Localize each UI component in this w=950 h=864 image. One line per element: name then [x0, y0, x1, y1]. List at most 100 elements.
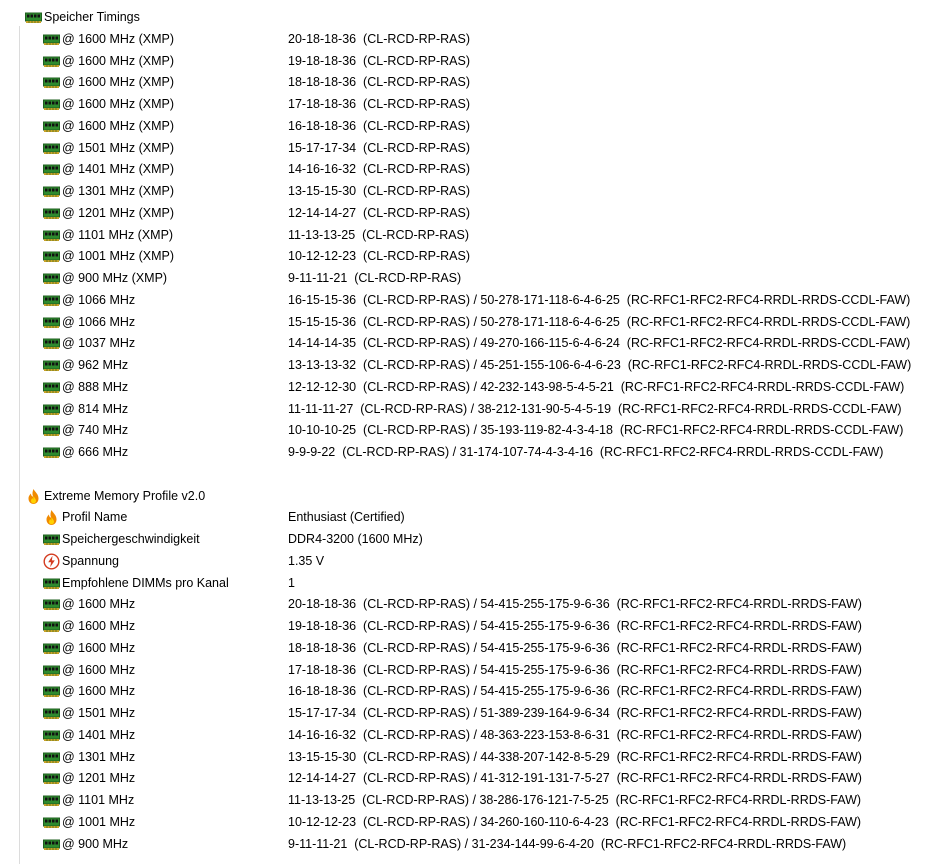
memory-module-icon [43, 444, 60, 461]
tree-item[interactable]: @ 1301 MHz (XMP) 13-15-15-30 (CL-RCD-RP-R… [43, 181, 950, 202]
tree-item[interactable]: @ 888 MHz 12-12-12-30 (CL-RCD-RP-RAS) / 4… [43, 377, 950, 398]
tree-item[interactable]: @ 1401 MHz (XMP) 14-16-16-32 (CL-RCD-RP-R… [43, 159, 950, 180]
tree-item[interactable]: @ 1600 MHz (XMP) 20-18-18-36 (CL-RCD-RP-R… [43, 29, 950, 50]
item-label: Speichergeschwindigkeit [62, 532, 200, 546]
item-value: 20-18-18-36 (CL-RCD-RP-RAS) [288, 31, 470, 46]
item-label: @ 1401 MHz (XMP) [62, 162, 175, 177]
tree-item[interactable]: @ 1066 MHz 16-15-15-36 (CL-RCD-RP-RAS) / … [43, 290, 950, 311]
item-label: Empfohlene DIMMs pro Kanal [62, 575, 229, 590]
item-label: @ 1201 MHz [62, 771, 136, 786]
memory-module-icon [43, 96, 60, 113]
tree-item[interactable]: @ 666 MHz 9-9-9-22 (CL-RCD-RP-RAS) / 31-1… [43, 442, 950, 463]
tree-item[interactable]: @ 1600 MHz (XMP) 17-18-18-36 (CL-RCD-RP-R… [43, 94, 950, 115]
tree-item[interactable]: @ 1600 MHz 16-18-18-36 (CL-RCD-RP-RAS) / … [43, 681, 950, 702]
tree-item[interactable]: @ 900 MHz (XMP) 9-11-11-21 (CL-RCD-RP-RAS… [43, 268, 950, 289]
tree-item[interactable]: @ 1600 MHz (XMP) 19-18-18-36 (CL-RCD-RP-R… [43, 51, 950, 72]
item-value: 14-14-14-35 (CL-RCD-RP-RAS) / 49-270-166… [288, 336, 911, 351]
memory-module-icon [43, 248, 60, 265]
item-value: 9-11-11-21 (CL-RCD-RP-RAS) / 31-234-144-… [288, 836, 847, 851]
tree-item[interactable]: @ 1600 MHz (XMP) 18-18-18-36 (CL-RCD-RP-R… [43, 72, 950, 93]
item-value: 17-18-18-36 (CL-RCD-RP-RAS) [288, 97, 470, 111]
item-value: 20-18-18-36 (CL-RCD-RP-RAS) / 54-415-255… [288, 597, 862, 612]
item-label: @ 740 MHz [62, 423, 129, 438]
item-value: 19-18-18-36 (CL-RCD-RP-RAS) [288, 53, 470, 68]
item-label: @ 1600 MHz [62, 640, 136, 655]
memory-module-icon [43, 335, 60, 352]
item-label: @ 1001 MHz (XMP) [62, 249, 175, 264]
tree-item[interactable]: @ 1201 MHz 12-14-14-27 (CL-RCD-RP-RAS) / … [43, 768, 950, 789]
voltage-icon [43, 553, 60, 570]
item-label: @ 1600 MHz [62, 662, 136, 677]
tree-item[interactable]: @ 1037 MHz 14-14-14-35 (CL-RCD-RP-RAS) / … [43, 333, 950, 354]
item-label: @ 1600 MHz (XMP) [62, 75, 175, 90]
item-value: 16-15-15-36 (CL-RCD-RP-RAS) / 50-278-171… [288, 292, 911, 307]
section-title: Extreme Memory Profile v2.0 [44, 488, 206, 503]
memory-module-icon [43, 792, 60, 809]
item-label: @ 1600 MHz [62, 684, 136, 699]
tree-item[interactable]: @ 1501 MHz (XMP) 15-17-17-34 (CL-RCD-RP-R… [43, 138, 950, 159]
item-value: 10-10-10-25 (CL-RCD-RP-RAS) / 35-193-119… [288, 423, 904, 438]
memory-module-icon [43, 727, 60, 744]
tree-item[interactable]: @ 1101 MHz 11-13-13-25 (CL-RCD-RP-RAS) / … [43, 790, 950, 811]
memory-module-icon [43, 814, 60, 831]
memory-module-icon [43, 596, 60, 613]
item-value: 11-13-13-25 (CL-RCD-RP-RAS) / 38-286-176… [288, 793, 862, 807]
memory-module-icon [43, 422, 60, 439]
tree-item[interactable]: @ 1501 MHz 15-17-17-34 (CL-RCD-RP-RAS) / … [43, 703, 950, 724]
tree-item[interactable]: @ 1201 MHz (XMP) 12-14-14-27 (CL-RCD-RP-R… [43, 203, 950, 224]
item-value: 14-16-16-32 (CL-RCD-RP-RAS) [288, 162, 470, 177]
item-value: 12-14-14-27 (CL-RCD-RP-RAS) [288, 205, 470, 220]
item-value: 11-13-13-25 (CL-RCD-RP-RAS) [288, 227, 470, 242]
tree-item[interactable]: Profil Name Enthusiast (Certified) [43, 507, 950, 528]
memory-module-icon [43, 836, 60, 853]
item-label: @ 1501 MHz (XMP) [62, 140, 175, 155]
memory-module-icon [43, 683, 60, 700]
tree-item[interactable]: @ 1600 MHz 20-18-18-36 (CL-RCD-RP-RAS) / … [43, 594, 950, 615]
tree-item[interactable]: @ 1600 MHz (XMP) 16-18-18-36 (CL-RCD-RP-R… [43, 116, 950, 137]
item-value: 10-12-12-23 (CL-RCD-RP-RAS) [288, 249, 470, 264]
item-value: 14-16-16-32 (CL-RCD-RP-RAS) / 48-363-223… [288, 727, 862, 742]
tree-item[interactable]: @ 1066 MHz 15-15-15-36 (CL-RCD-RP-RAS) / … [43, 312, 950, 333]
section-title: Speicher Timings [44, 10, 140, 24]
memory-module-icon [43, 749, 60, 766]
item-label: @ 1066 MHz [62, 292, 136, 307]
tree-item[interactable]: @ 740 MHz 10-10-10-25 (CL-RCD-RP-RAS) / 3… [43, 420, 950, 441]
memory-module-icon [43, 140, 60, 157]
tree-item[interactable]: @ 1600 MHz 17-18-18-36 (CL-RCD-RP-RAS) / … [43, 660, 950, 681]
tree-item[interactable]: Spannung 1.35 V [43, 551, 950, 572]
tree-item[interactable]: @ 900 MHz 9-11-11-21 (CL-RCD-RP-RAS) / 31… [43, 834, 950, 855]
item-value: 15-17-17-34 (CL-RCD-RP-RAS) / 51-389-239… [288, 706, 862, 720]
memory-module-icon [43, 640, 60, 657]
item-value: 1.35 V [288, 553, 325, 568]
item-value: 18-18-18-36 (CL-RCD-RP-RAS) [288, 75, 470, 90]
item-label: @ 1401 MHz [62, 727, 136, 742]
tree-item[interactable]: @ 814 MHz 11-11-11-27 (CL-RCD-RP-RAS) / 3… [43, 399, 950, 420]
tree-item[interactable]: @ 1600 MHz 19-18-18-36 (CL-RCD-RP-RAS) / … [43, 616, 950, 637]
memory-module-icon [43, 357, 60, 374]
item-value: 9-11-11-21 (CL-RCD-RP-RAS) [288, 271, 462, 285]
memory-module-icon [43, 379, 60, 396]
tree-item[interactable]: @ 1301 MHz 13-15-15-30 (CL-RCD-RP-RAS) / … [43, 747, 950, 768]
tree-item[interactable]: @ 1600 MHz 18-18-18-36 (CL-RCD-RP-RAS) / … [43, 638, 950, 659]
memory-module-icon [25, 9, 42, 26]
item-value: 19-18-18-36 (CL-RCD-RP-RAS) / 54-415-255… [288, 619, 862, 633]
item-value: 1 [288, 575, 295, 590]
tree-item[interactable]: @ 1401 MHz 14-16-16-32 (CL-RCD-RP-RAS) / … [43, 725, 950, 746]
item-label: @ 1001 MHz [62, 814, 136, 829]
item-label: @ 814 MHz [62, 401, 129, 416]
tree-item[interactable]: @ 1001 MHz 10-12-12-23 (CL-RCD-RP-RAS) / … [43, 812, 950, 833]
tree-item[interactable]: @ 1101 MHz (XMP) 11-13-13-25 (CL-RCD-RP-R… [43, 225, 950, 246]
item-label: @ 1600 MHz (XMP) [62, 118, 175, 133]
memory-module-icon [43, 314, 60, 331]
item-label: @ 1600 MHz (XMP) [62, 97, 175, 111]
tree-item[interactable]: @ 962 MHz 13-13-13-32 (CL-RCD-RP-RAS) / 4… [43, 355, 950, 376]
tree-item[interactable]: @ 1001 MHz (XMP) 10-12-12-23 (CL-RCD-RP-R… [43, 246, 950, 267]
memory-module-icon [43, 118, 60, 135]
item-label: @ 1066 MHz [62, 314, 136, 329]
tree-item[interactable]: Speichergeschwindigkeit DDR4-3200 (1600 M… [43, 529, 950, 550]
memory-module-icon [43, 531, 60, 548]
item-value: 15-15-15-36 (CL-RCD-RP-RAS) / 50-278-171… [288, 314, 911, 329]
tree-item[interactable]: Empfohlene DIMMs pro Kanal 1 [43, 573, 950, 594]
item-label: @ 888 MHz [62, 379, 129, 394]
item-label: @ 900 MHz [62, 836, 129, 851]
